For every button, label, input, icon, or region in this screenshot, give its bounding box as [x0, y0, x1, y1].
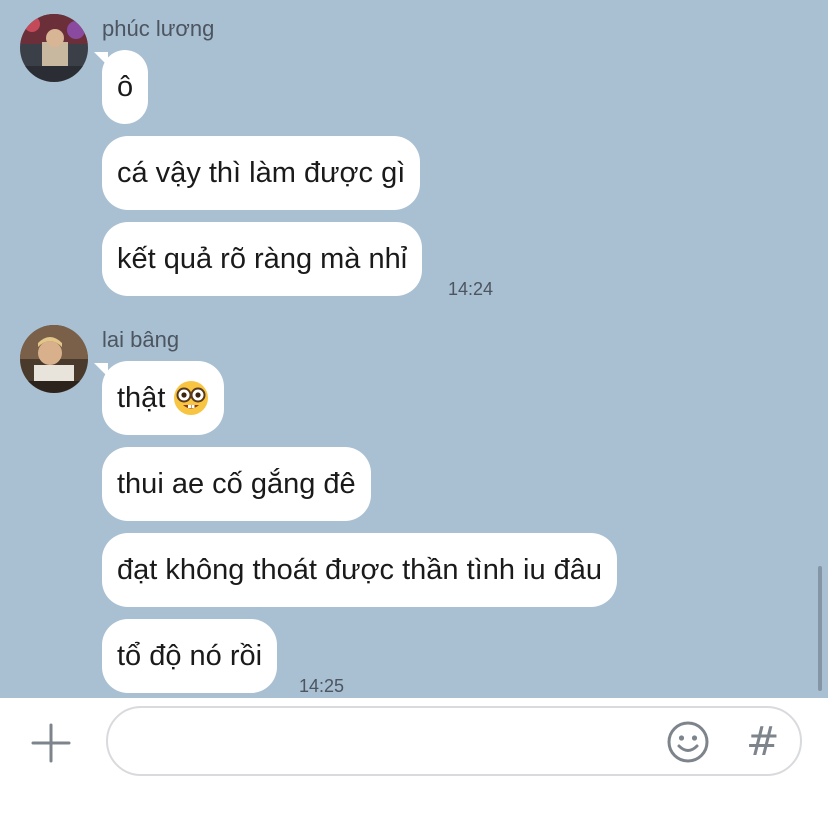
message-bubble[interactable]: kết quả rõ ràng mà nhỉ: [102, 222, 423, 296]
message-bubble[interactable]: đạt không thoát được thần tình iu đâu: [102, 533, 618, 607]
message-bubble[interactable]: thật: [102, 361, 225, 435]
nerd-face-emoji-icon: [174, 381, 209, 415]
chat-area: phúc lương ô cá vậy thì làm được gì kết …: [0, 0, 828, 698]
message-bubble[interactable]: thui ae cố gắng đê: [102, 447, 371, 521]
message-bubble[interactable]: tổ độ nó rồi: [102, 619, 278, 693]
message-text: thui ae cố gắng đê: [117, 467, 356, 500]
message-text: kết quả rõ ràng mà nhỉ: [117, 242, 408, 275]
plus-icon[interactable]: [30, 722, 72, 764]
sender-name: phúc lương: [102, 16, 215, 41]
message-bubble[interactable]: cá vậy thì làm được gì: [102, 136, 421, 210]
message-text: ô: [117, 70, 134, 103]
avatar[interactable]: [20, 14, 88, 82]
sender-name: lai bâng: [102, 327, 180, 352]
message-text: thật: [117, 381, 166, 414]
message-text: tổ độ nó rồi: [117, 639, 263, 672]
hashtag-button[interactable]: #: [746, 718, 780, 766]
message-timestamp: 14:25: [299, 676, 345, 696]
message-bubble[interactable]: ô: [102, 50, 149, 124]
message-text: cá vậy thì làm được gì: [117, 156, 406, 189]
smiley-icon[interactable]: [666, 720, 710, 764]
message-timestamp: 14:24: [448, 279, 494, 299]
avatar[interactable]: [20, 325, 88, 393]
message-text: đạt không thoát được thần tình iu đâu: [117, 553, 603, 586]
scrollbar[interactable]: [818, 566, 822, 691]
